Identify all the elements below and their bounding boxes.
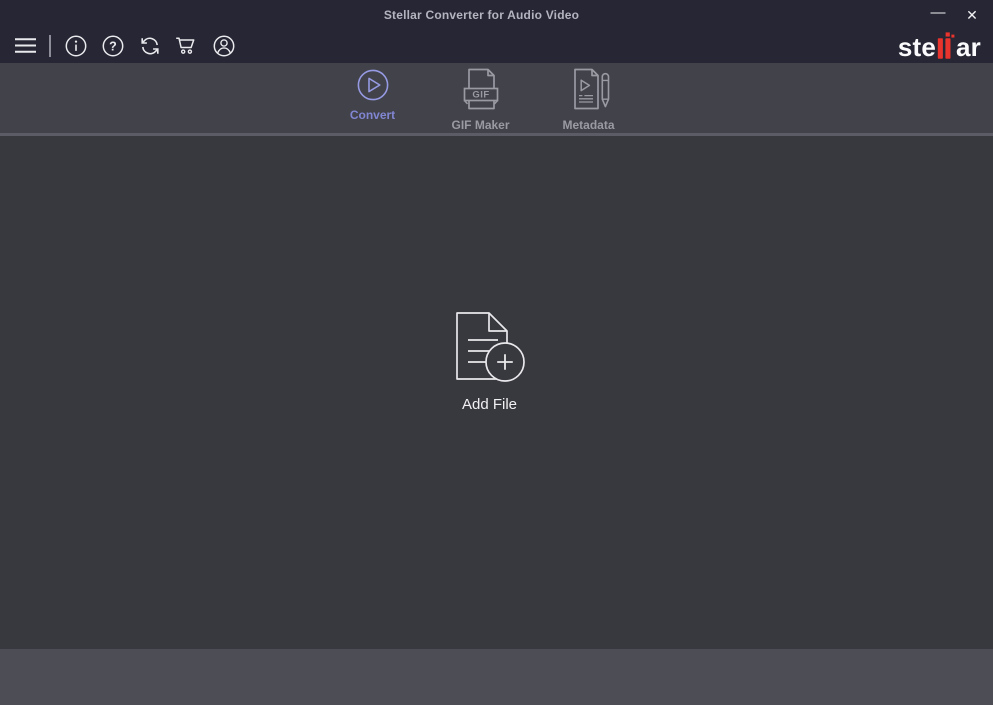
refresh-button[interactable] [134,32,165,60]
tabs-group: Convert GIF GIF Maker Metadata [319,65,643,132]
main-area: Add File [0,136,993,649]
hamburger-menu-icon [15,38,36,53]
tab-gif-maker-label: GIF Maker [451,117,510,132]
tab-gif-maker[interactable]: GIF GIF Maker [427,65,535,132]
titlebar: Stellar Converter for Audio Video — ✕ [0,0,993,30]
toolbar: ? ste ar [0,30,993,63]
tab-metadata-label: Metadata [562,117,615,132]
cart-button[interactable] [171,32,202,60]
minimize-button[interactable]: — [921,1,955,29]
app-window: Stellar Converter for Audio Video — ✕ ? … [0,0,993,705]
close-button[interactable]: ✕ [955,1,989,29]
help-button[interactable]: ? [97,32,128,60]
document-edit-icon [573,68,609,109]
logo-red-ll-icon [937,31,955,59]
add-file-button[interactable]: Add File [453,309,527,413]
stellar-logo: ste ar [897,31,981,62]
refresh-icon [140,37,159,54]
header: Stellar Converter for Audio Video — ✕ ? … [0,0,993,63]
info-button[interactable] [60,32,91,60]
account-button[interactable] [208,32,239,60]
toolbar-divider [49,34,51,57]
menu-button[interactable] [10,32,41,60]
info-icon [65,35,86,56]
gif-document-icon: GIF [463,68,498,109]
svg-text:?: ? [109,39,117,53]
play-circle-icon [357,69,388,100]
footer-bar [0,649,993,705]
logo-text-pre: ste [897,31,937,62]
tab-convert[interactable]: Convert [319,65,427,132]
window-controls: — ✕ [921,0,989,30]
help-icon: ? [102,35,123,56]
cart-icon [176,36,195,54]
account-icon [213,35,234,56]
tab-convert-label: Convert [349,107,396,122]
logo-text-post: ar [956,31,981,62]
add-file-icon [455,312,525,382]
window-title: Stellar Converter for Audio Video [383,8,580,22]
svg-text:GIF: GIF [472,89,489,100]
add-file-label: Add File [461,396,518,413]
tab-metadata[interactable]: Metadata [535,65,643,132]
tabbar: Convert GIF GIF Maker Metadata [0,63,993,136]
